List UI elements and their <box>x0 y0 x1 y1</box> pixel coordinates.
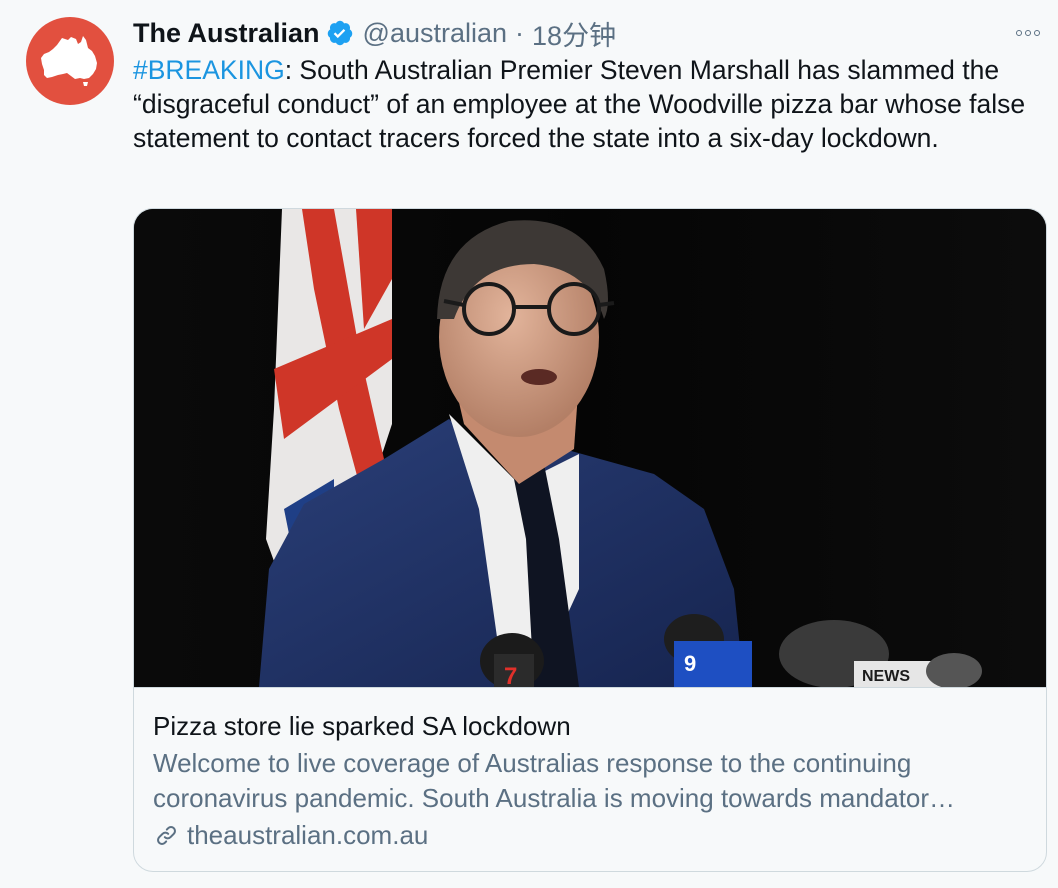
link-icon <box>153 822 180 849</box>
tweet-header: The Australian @australian · 18分钟 <box>133 14 978 52</box>
card-domain-text: theaustralian.com.au <box>187 819 429 850</box>
card-divider <box>134 687 1046 688</box>
timestamp[interactable]: 18分钟 <box>532 14 616 53</box>
card-description: Welcome to live coverage of Australias r… <box>153 748 956 813</box>
handle[interactable]: @australian <box>363 18 507 49</box>
separator-dot: · <box>515 17 525 48</box>
avatar[interactable] <box>26 17 114 105</box>
australia-map-logo-icon <box>41 36 97 86</box>
svg-text:7: 7 <box>504 663 517 687</box>
card-domain[interactable]: theaustralian.com.au <box>153 818 428 852</box>
card-image[interactable]: 7 9 NEWS <box>134 209 1046 687</box>
link-card[interactable]: 7 9 NEWS Pizza store lie sparked SA lock… <box>133 208 1047 872</box>
tweet[interactable]: The Australian @australian · 18分钟 #BREAK… <box>0 0 1058 888</box>
verified-badge-icon <box>326 19 354 47</box>
press-conference-photo: 7 9 NEWS <box>134 209 1046 687</box>
display-name[interactable]: The Australian <box>133 18 320 49</box>
svg-text:NEWS: NEWS <box>862 668 910 685</box>
more-options-icon[interactable] <box>1010 18 1046 48</box>
tweet-text: #BREAKING: South Australian Premier Stev… <box>133 53 1043 155</box>
card-title[interactable]: Pizza store lie sparked SA lockdown <box>153 709 1023 743</box>
svg-text:9: 9 <box>684 651 696 676</box>
hashtag-link[interactable]: #BREAKING <box>133 55 285 85</box>
